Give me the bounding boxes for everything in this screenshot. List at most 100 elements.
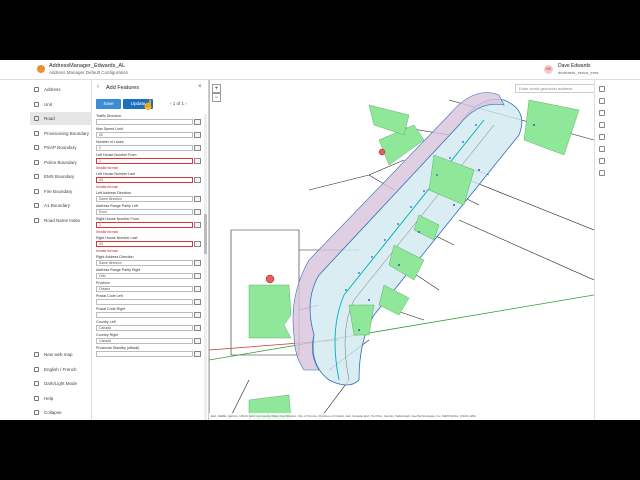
app-logo xyxy=(37,65,45,73)
field-label: Postal Code Left xyxy=(96,294,123,298)
scroll-thumb[interactable] xyxy=(204,214,207,254)
layers-icon[interactable] xyxy=(599,86,605,92)
field-label: Traffic Direction xyxy=(96,114,121,118)
field-input[interactable]: 33 xyxy=(96,177,193,183)
sidebar-footer-item[interactable]: English / French xyxy=(30,363,92,376)
road-vertex xyxy=(371,256,373,258)
sidebar-item[interactable]: Fire Boundary xyxy=(30,185,92,198)
address-point xyxy=(478,169,480,171)
field-input[interactable]: Ontario xyxy=(96,286,193,292)
zoom-in-button[interactable]: + xyxy=(212,84,221,93)
field-input[interactable]: Canada xyxy=(96,338,193,344)
field-action-button[interactable] xyxy=(194,119,201,125)
field-action-button[interactable] xyxy=(194,351,201,357)
field-input[interactable]: Even xyxy=(96,209,193,215)
add-features-panel: ‹ Add Features × Save Update ☝ ‹ 1 of 1 … xyxy=(92,80,209,420)
pager: ‹ 1 of 1 › xyxy=(170,101,187,106)
field-label: Right House Number Last xyxy=(96,236,138,240)
field-action-button[interactable] xyxy=(194,286,201,292)
sidebar-item-label: Police Boundary xyxy=(44,159,77,165)
app-subtitle: Address Manager Default Configuration xyxy=(49,70,129,75)
field-action-button[interactable] xyxy=(194,196,201,202)
field-action-button[interactable] xyxy=(194,260,201,266)
save-button[interactable]: Save xyxy=(96,99,121,109)
field-label: Address Range Parity Right xyxy=(96,268,141,272)
field-input[interactable] xyxy=(96,299,193,305)
road-vertex xyxy=(475,124,477,126)
field-input[interactable]: Same direction xyxy=(96,196,193,202)
field-action-button[interactable] xyxy=(194,312,201,318)
sidebar-item[interactable]: Unit xyxy=(30,98,92,111)
map-canvas[interactable] xyxy=(209,80,594,420)
field-label: Right Address Direction xyxy=(96,255,134,259)
measure-icon[interactable] xyxy=(599,134,605,140)
sidebar-item[interactable]: Address xyxy=(30,83,92,96)
field-input[interactable]: 2 xyxy=(96,145,193,151)
field-label: Country Left xyxy=(96,320,116,324)
field-action-button[interactable] xyxy=(194,273,201,279)
layer-icon xyxy=(34,130,39,136)
layer-icon xyxy=(34,203,39,208)
sidebar-footer-item[interactable]: New web map xyxy=(30,348,92,361)
field-label: Left Address Direction xyxy=(96,191,132,195)
legend-icon[interactable] xyxy=(599,110,605,116)
field-action-button[interactable] xyxy=(194,145,201,151)
map-view[interactable] xyxy=(209,80,594,420)
parcel-6 xyxy=(248,284,292,339)
road-vertex xyxy=(462,141,464,143)
sidebar-item[interactable]: PSAP Boundary xyxy=(30,141,92,154)
field-action-button[interactable] xyxy=(194,132,201,138)
field-input[interactable]: Canada xyxy=(96,325,193,331)
share-icon[interactable] xyxy=(599,170,605,176)
sidebar-item[interactable]: Road Name Index xyxy=(30,214,92,227)
sidebar-item[interactable]: EMS Boundary xyxy=(30,170,92,183)
bookmark-icon[interactable] xyxy=(599,122,605,128)
layer-icon xyxy=(34,116,39,121)
field-action-button[interactable] xyxy=(194,241,201,247)
field-input[interactable] xyxy=(96,351,193,357)
sidebar-footer-item[interactable]: Help xyxy=(30,392,92,405)
sidebar-item[interactable]: Police Boundary xyxy=(30,156,92,169)
field-action-button[interactable] xyxy=(194,209,201,215)
close-icon[interactable]: × xyxy=(198,84,202,90)
road-vertex xyxy=(397,223,399,225)
back-icon[interactable]: ‹ xyxy=(97,84,99,90)
field-action-button[interactable] xyxy=(194,299,201,305)
sidebar-item[interactable]: Road xyxy=(30,112,92,125)
user-name[interactable]: Dave Edwards xyxy=(558,63,591,69)
field-action-button[interactable] xyxy=(194,338,201,344)
filter-icon[interactable] xyxy=(599,146,605,152)
sidebar-item[interactable]: A1 Boundary xyxy=(30,199,92,212)
avatar[interactable]: DE xyxy=(544,65,553,74)
field-input[interactable] xyxy=(96,119,193,125)
sidebar-item[interactable]: Provisioning Boundary xyxy=(30,127,92,140)
field-action-button[interactable] xyxy=(194,177,201,183)
print-icon[interactable] xyxy=(599,158,605,164)
sidebar-item-label: Fire Boundary xyxy=(44,188,73,194)
field-input[interactable] xyxy=(96,312,193,318)
address-point xyxy=(533,124,535,126)
field-error: Invalid format xyxy=(96,249,118,253)
sidebar-footer-item[interactable]: Collapse xyxy=(30,406,92,419)
field-action-button[interactable] xyxy=(194,158,201,164)
pager-text: 1 of 1 xyxy=(172,101,185,106)
sidebar-footer-item[interactable]: Dark/Light Mode xyxy=(30,377,92,390)
sidebar-item-label: A1 Boundary xyxy=(44,203,71,208)
field-input[interactable]: 1 xyxy=(96,158,193,164)
parcel-7 xyxy=(523,99,580,156)
field-input[interactable]: Same direction xyxy=(96,260,193,266)
field-input[interactable]: Odd xyxy=(96,273,193,279)
field-input[interactable]: 33 xyxy=(96,241,193,247)
field-label: Max Speed Limit xyxy=(96,127,123,131)
geocoder-search-input[interactable]: Enter world geocoder address xyxy=(515,84,595,93)
app-screen: AddressManager_Edwards_AL Address Manage… xyxy=(0,60,640,420)
field-input[interactable]: 50 xyxy=(96,132,193,138)
field-action-button[interactable] xyxy=(194,222,201,228)
basemap-icon[interactable] xyxy=(599,98,605,104)
layer-icon xyxy=(34,188,39,194)
address-point xyxy=(398,264,400,266)
zoom-out-button[interactable]: − xyxy=(212,93,221,102)
field-action-button[interactable] xyxy=(194,325,201,331)
field-input[interactable]: 1 xyxy=(96,222,193,228)
panel-scrollbar[interactable] xyxy=(204,114,207,420)
